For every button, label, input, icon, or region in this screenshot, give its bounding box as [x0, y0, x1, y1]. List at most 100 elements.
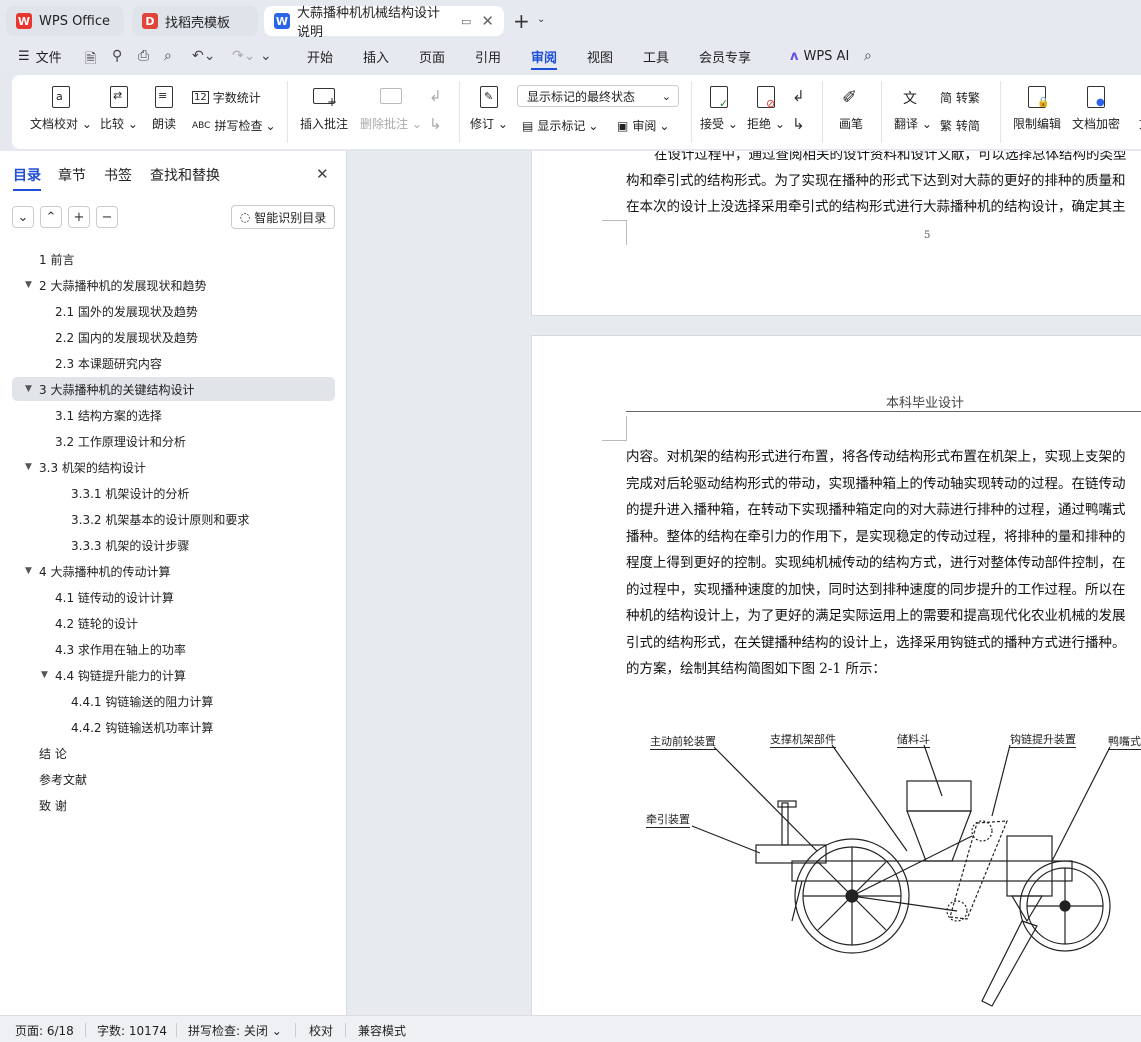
toc-item[interactable]: 4.4.2 钩链输送机功率计算 — [71, 716, 213, 738]
ribbon-separator — [881, 81, 882, 143]
expand-triangle-icon[interactable]: ▼ — [25, 280, 32, 290]
menu-reference[interactable]: 引用 — [475, 40, 501, 72]
expand-triangle-icon[interactable]: ▼ — [25, 462, 32, 472]
menu-page[interactable]: 页面 — [419, 40, 445, 72]
show-markup-button[interactable]: ▤ 显示标记 ⌄ — [522, 117, 598, 134]
toc-item[interactable]: ▼ 4 大蒜播种机的传动计算 — [25, 560, 171, 582]
new-tab-button[interactable]: + — [513, 9, 530, 33]
close-icon[interactable]: ✕ — [481, 12, 494, 30]
spell-check-status[interactable]: 拼写检查: 关闭 ⌄ — [188, 1022, 282, 1039]
lock-doc-icon: 🔒 — [1024, 85, 1050, 111]
review-pane-icon: ▣ — [617, 118, 629, 133]
toc-item[interactable]: ▼ 2 大蒜播种机的发展现状和趋势 — [25, 274, 206, 296]
more-chevron-icon[interactable]: ⌄ — [260, 48, 272, 64]
expand-triangle-icon[interactable]: ▼ — [41, 670, 48, 680]
restrict-editing-button[interactable]: 🔒 限制编辑 — [1013, 75, 1061, 132]
menu-review[interactable]: 审阅 — [531, 40, 558, 72]
title-tab-bar: W WPS Office D 找稻壳模板 W 大蒜播种机机械结构设计 说明 ▭ … — [0, 0, 1141, 40]
collapse-down-button[interactable]: ⌄ — [12, 206, 34, 228]
close-panel-icon[interactable]: ✕ — [316, 165, 329, 183]
print-icon[interactable]: ⎙ — [138, 48, 149, 64]
save-icon[interactable]: 🗎 — [85, 48, 96, 72]
spell-check-button[interactable]: ABC 拼写检查 ⌄ — [192, 117, 276, 134]
tab-wps-office[interactable]: W WPS Office — [6, 6, 124, 36]
toc-item[interactable]: ▼ 4.4 钩链提升能力的计算 — [41, 664, 186, 686]
to-traditional-button[interactable]: 简 转繁 — [940, 89, 980, 106]
tab-find-replace[interactable]: 查找和替换 — [150, 165, 220, 185]
expand-triangle-icon[interactable]: ▼ — [25, 384, 32, 394]
doc-more-button[interactable]: 文 — [1132, 75, 1141, 132]
reject-button[interactable]: ⊘ 拒绝 ⌄ — [747, 75, 785, 132]
expand-triangle-icon[interactable]: ▼ — [25, 566, 32, 576]
toc-item[interactable]: 3.2 工作原理设计和分析 — [55, 430, 186, 452]
document-canvas[interactable]: 在设计过程中，通过查阅相关的设计资料和设计文献，可以选择总体结构的类型 构和牵引… — [348, 151, 1141, 1015]
smart-toc-button[interactable]: ◌ 智能识别目录 — [231, 205, 335, 229]
track-changes-button[interactable]: ✎ 修订 ⌄ — [470, 75, 508, 132]
translate-button[interactable]: 文 翻译 ⌄ — [894, 75, 932, 132]
toc-item[interactable]: 4.3 求作用在轴上的功率 — [55, 638, 186, 660]
read-aloud-icon: ≡ — [151, 85, 177, 111]
menu-tools[interactable]: 工具 — [643, 40, 669, 72]
word-count-indicator[interactable]: 字数: 10174 — [97, 1022, 167, 1039]
delete-comment-button[interactable]: 删除批注 ⌄ — [360, 75, 422, 132]
next-change-icon[interactable]: ↳ — [792, 115, 805, 133]
toc-item[interactable]: 3.3.3 机架的设计步骤 — [71, 534, 189, 556]
undo-icon[interactable]: ↶⌄ — [192, 48, 215, 64]
pen-button[interactable]: ✐ 画笔 — [838, 75, 864, 132]
window-icon[interactable]: ▭ — [461, 15, 471, 28]
review-pane-button[interactable]: ▣ 审阅 ⌄ — [617, 117, 669, 134]
compare-button[interactable]: ⇄ 比较 ⌄ — [100, 75, 138, 132]
ribbon-separator — [691, 81, 692, 143]
toc-item[interactable]: 2.3 本课题研究内容 — [55, 352, 162, 374]
toc-item[interactable]: ▼ 3.3 机架的结构设计 — [25, 456, 146, 478]
status-separator — [345, 1023, 346, 1037]
add-heading-button[interactable]: + — [68, 206, 90, 228]
toc-item[interactable]: 4.1 链传动的设计计算 — [55, 586, 174, 608]
previous-comment-icon[interactable]: ↲ — [429, 87, 442, 105]
toc-item[interactable]: 致 谢 — [39, 794, 67, 816]
remove-heading-button[interactable]: − — [96, 206, 118, 228]
chevron-down-icon[interactable]: ⌄ — [537, 14, 545, 25]
accept-button[interactable]: ✓ 接受 ⌄ — [700, 75, 738, 132]
markup-state-select[interactable]: 显示标记的最终状态 ⌄ — [517, 85, 679, 107]
toc-item[interactable]: 4.2 链轮的设计 — [55, 612, 138, 634]
page-indicator[interactable]: 页面: 6/18 — [15, 1022, 74, 1039]
read-aloud-button[interactable]: ≡ 朗读 — [151, 75, 177, 132]
toc-item[interactable]: 1 前言 — [39, 248, 74, 270]
toc-item[interactable]: 3.3.2 机架基本的设计原则和要求 — [71, 508, 249, 530]
reject-label: 拒绝 — [747, 117, 772, 131]
tab-bookmark[interactable]: 书签 — [104, 165, 132, 185]
tab-document[interactable]: W 大蒜播种机机械结构设计 说明 ▭ ✕ — [264, 6, 504, 40]
toc-item[interactable]: 3.1 结构方案的选择 — [55, 404, 162, 426]
menu-insert[interactable]: 插入 — [363, 40, 389, 72]
toc-item[interactable]: 3.3.1 机架设计的分析 — [71, 482, 189, 504]
tab-toc[interactable]: 目录 — [13, 165, 41, 191]
menu-member[interactable]: 会员专享 — [699, 40, 751, 72]
wps-ai-button[interactable]: ʌ WPS AI — [790, 40, 849, 72]
toc-item-selected[interactable]: ▼ 3 大蒜播种机的关键结构设计 — [25, 378, 194, 400]
toc-item[interactable]: 参考文献 — [39, 768, 87, 790]
tab-chapter[interactable]: 章节 — [58, 165, 86, 185]
insert-comment-button[interactable]: + 插入批注 — [300, 75, 348, 132]
file-menu[interactable]: ☰ 文件 — [18, 40, 62, 72]
toc-item[interactable]: 4.4.1 钩链输送的阻力计算 — [71, 690, 213, 712]
collapse-up-button[interactable]: ⌃ — [40, 206, 62, 228]
encrypt-button[interactable]: ● 文档加密 — [1072, 75, 1120, 132]
proof-status[interactable]: 校对 — [309, 1022, 333, 1039]
toc-item[interactable]: 结 论 — [39, 742, 67, 764]
next-comment-icon[interactable]: ↳ — [429, 115, 442, 133]
menu-home[interactable]: 开始 — [307, 40, 333, 72]
toc-label: 4 大蒜播种机的传动计算 — [39, 564, 171, 579]
previous-change-icon[interactable]: ↲ — [792, 87, 805, 105]
to-simplified-button[interactable]: 繁 转简 — [940, 117, 980, 134]
redo-icon[interactable]: ↷⌄ — [232, 48, 255, 64]
print-preview-icon[interactable]: ⌕ — [164, 48, 172, 64]
proof-button[interactable]: a 文档校对 ⌄ — [30, 75, 92, 132]
tab-template[interactable]: D 找稻壳模板 — [132, 6, 258, 36]
search-icon[interactable]: ⌕ — [864, 48, 872, 64]
menu-view[interactable]: 视图 — [587, 40, 613, 72]
share-icon[interactable]: ⚲ — [112, 48, 122, 64]
word-count-button[interactable]: 12 字数统计 — [192, 89, 261, 106]
toc-item[interactable]: 2.2 国内的发展现状及趋势 — [55, 326, 198, 348]
toc-item[interactable]: 2.1 国外的发展现状及趋势 — [55, 300, 198, 322]
